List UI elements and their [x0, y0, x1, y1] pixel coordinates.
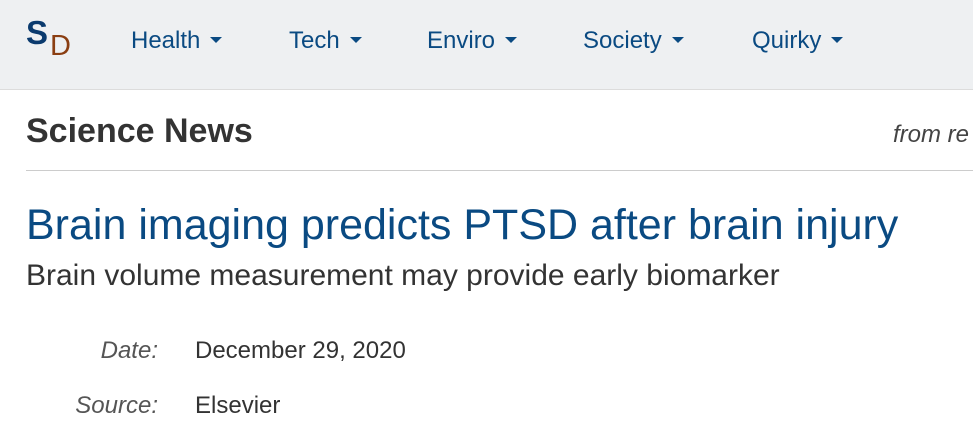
section-title: Science News [26, 112, 253, 150]
site-logo[interactable]: S D [26, 16, 86, 66]
caret-down-icon [505, 36, 518, 43]
logo-letter-d: D [50, 30, 71, 62]
nav-item-society[interactable]: Society [583, 26, 684, 56]
top-navbar: S D Health Tech Enviro Society Quirky [0, 0, 973, 90]
nav-item-enviro[interactable]: Enviro [427, 26, 518, 56]
nav-item-tech[interactable]: Tech [289, 26, 362, 56]
date-label: Date: [100, 337, 158, 364]
nav-item-label: Quirky [752, 27, 822, 54]
article-headline: Brain imaging predicts PTSD after brain … [26, 201, 899, 249]
article-subheadline: Brain volume measurement may provide ear… [26, 259, 780, 292]
nav-item-quirky[interactable]: Quirky [752, 26, 844, 56]
nav-item-label: Tech [289, 27, 340, 54]
caret-down-icon [831, 36, 844, 43]
logo-letter-s: S [26, 14, 49, 51]
caret-down-icon [349, 36, 362, 43]
nav-item-label: Enviro [427, 27, 496, 54]
date-value: December 29, 2020 [195, 337, 406, 364]
source-attribution-text: from re [893, 121, 970, 148]
nav-item-label: Society [583, 27, 662, 54]
source-value[interactable]: Elsevier [195, 391, 280, 421]
caret-down-icon [210, 36, 223, 43]
source-label: Source: [75, 392, 158, 419]
nav-item-health[interactable]: Health [131, 26, 223, 56]
nav-item-label: Health [131, 27, 201, 54]
caret-down-icon [671, 36, 684, 43]
section-divider [26, 170, 973, 171]
